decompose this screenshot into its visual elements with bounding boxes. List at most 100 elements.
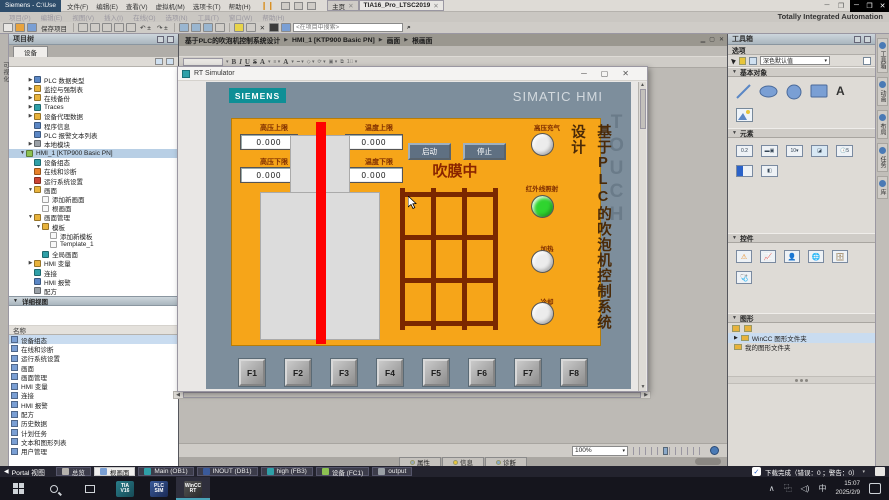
inspector-tab-信息[interactable]: 信息 — [442, 457, 484, 466]
editor-button[interactable]: 设备 (FC1) — [316, 467, 369, 476]
task-view-icon[interactable] — [72, 477, 108, 500]
split-editor-icon[interactable] — [269, 23, 279, 32]
close-icon[interactable]: ✕ — [348, 2, 353, 10]
tree-expand-icon[interactable]: ▼ — [27, 214, 34, 220]
underline-icon[interactable]: U — [245, 58, 250, 66]
tree-expand-icon[interactable]: ▼ — [27, 187, 34, 193]
tree-item[interactable]: ▶Traces — [9, 103, 178, 112]
details-item[interactable]: 设备组态 — [9, 335, 178, 344]
close-icon[interactable]: ✕ — [622, 69, 629, 78]
taskbar-tia-portal-icon[interactable]: TIAV16 — [108, 477, 142, 500]
tree-item[interactable]: ▼画面 — [9, 185, 178, 194]
side-tab-布局[interactable]: 布局 — [877, 110, 888, 139]
minimize-icon[interactable]: ─ — [850, 2, 863, 9]
tree-item[interactable]: ▶本地模块 — [9, 139, 178, 148]
font-name-select[interactable] — [183, 58, 223, 66]
compile-icon[interactable] — [179, 23, 189, 32]
pin-icon[interactable] — [157, 36, 164, 43]
breadcrumb-part[interactable]: 基于PLC的吹泡机控制系统设计 — [185, 35, 280, 45]
tree-expand-icon[interactable]: ▶ — [27, 113, 34, 119]
function-key-f7[interactable]: F7 — [515, 359, 541, 386]
breadcrumb-part[interactable]: 画面 — [387, 35, 401, 45]
datetime-icon[interactable]: 🕔5 — [836, 145, 853, 157]
vm-menu-item[interactable]: 编辑(E) — [92, 1, 122, 11]
tree-item[interactable]: Template_1 — [9, 240, 178, 249]
tree-settings-icon[interactable] — [166, 58, 174, 65]
tree-expand-icon[interactable]: ▶ — [27, 86, 34, 92]
zoom-level-select[interactable]: 100%▾ — [572, 446, 628, 456]
align-icon[interactable]: ≡ ▾ — [273, 59, 280, 65]
tree-item[interactable]: ▼画面管理 — [9, 213, 178, 222]
inspector-handle[interactable] — [695, 458, 721, 465]
save-project-icon[interactable] — [27, 23, 37, 32]
taskbar-search-icon[interactable] — [36, 477, 72, 500]
pin-icon[interactable] — [854, 36, 861, 43]
switch-icon[interactable]: ◧ — [761, 165, 778, 177]
tree-item[interactable]: 全局画面 — [9, 250, 178, 259]
download-status[interactable]: ✓ 下载完成（错误：0 ；警告：0） ▾ — [752, 467, 885, 477]
notification-center-icon[interactable] — [869, 483, 881, 494]
ime-indicator[interactable]: 中 — [818, 483, 826, 494]
download-icon[interactable] — [191, 23, 201, 32]
corner-style-icon[interactable]: ◇ ▾ — [307, 59, 315, 65]
style-select[interactable]: 深色默认值▾ — [760, 56, 830, 65]
tree-item[interactable]: ▼模板 — [9, 222, 178, 231]
zoom-slider-thumb[interactable] — [663, 447, 668, 455]
alarm-view-icon[interactable]: ⚠ — [736, 250, 752, 263]
vm-tab[interactable]: TIA16_Pro_LTSC2019✕ — [359, 0, 444, 11]
tree-item[interactable]: ▶HMI 变量 — [9, 259, 178, 268]
start-simulation-icon[interactable] — [215, 23, 225, 32]
group-icon[interactable]: ⧉ — [340, 59, 344, 65]
function-key-f3[interactable]: F3 — [331, 359, 357, 386]
details-item[interactable]: 连接 — [9, 391, 178, 400]
editor-button[interactable]: INOUT (DB1) — [197, 467, 258, 476]
tree-item[interactable]: 运行系统设置 — [9, 176, 178, 185]
details-item[interactable]: 历史数据 — [9, 419, 178, 428]
collapse-panel-icon[interactable] — [864, 36, 871, 43]
tia-menu-item[interactable]: 插入(I) — [99, 12, 128, 22]
stop-button[interactable]: 停止 — [463, 143, 506, 160]
text-tool-icon[interactable]: A — [836, 84, 845, 100]
tree-item[interactable]: 配方 — [9, 286, 178, 295]
function-key-f6[interactable]: F6 — [469, 359, 495, 386]
tia-menu-item[interactable]: 选项(N) — [161, 12, 193, 22]
pause-icon[interactable]: ❙❙ — [257, 1, 278, 10]
function-key-f1[interactable]: F1 — [239, 359, 265, 386]
system-diagnostics-icon[interactable]: 🩺 — [736, 271, 752, 284]
tree-expand-icon[interactable]: ▼ — [35, 224, 42, 230]
fill-color-icon[interactable]: A — [283, 58, 288, 66]
recipe-view-icon[interactable]: 🗄 — [832, 250, 848, 263]
vm-menu-item[interactable]: 查看(V) — [122, 1, 152, 11]
font-size-select[interactable]: ▾ — [226, 59, 229, 65]
printer-icon[interactable] — [281, 2, 290, 10]
editor-button[interactable]: high (FB3) — [261, 467, 313, 476]
tia-menu-item[interactable]: 在线(O) — [128, 12, 160, 22]
tree-filter-icon[interactable] — [155, 58, 163, 65]
function-key-f5[interactable]: F5 — [423, 359, 449, 386]
breadcrumb-part[interactable]: HMI_1 [KTP900 Basic PN] — [292, 37, 375, 44]
details-item[interactable]: HMI 报警 — [9, 400, 178, 409]
save-project-label[interactable]: 保存项目 — [39, 23, 69, 33]
side-tab-库[interactable]: 库 — [877, 176, 888, 199]
scroll-right-icon[interactable]: ▶ — [642, 392, 650, 398]
copy-icon[interactable] — [102, 23, 112, 32]
font-color-icon[interactable]: A — [260, 58, 265, 66]
tab-order-icon[interactable]: 1⃞ ▾ — [347, 59, 357, 65]
graphics-folder-item[interactable]: 我的图形文件夹 — [728, 343, 875, 353]
function-key-f2[interactable]: F2 — [285, 359, 311, 386]
breadcrumb-part[interactable]: 根画面 — [412, 35, 432, 45]
paste-icon[interactable] — [114, 23, 124, 32]
editor-button[interactable]: Main (OB1) — [138, 467, 193, 476]
rt-vertical-scrollbar[interactable]: ▲▼ — [638, 82, 646, 391]
graphics-splitter[interactable] — [728, 376, 875, 384]
graphics-folder-icon[interactable] — [732, 325, 740, 332]
close-icon[interactable]: ✕ — [719, 36, 724, 43]
cross-references-icon[interactable]: ✕ — [258, 24, 267, 32]
tia-menu-item[interactable]: 帮助(H) — [257, 12, 289, 22]
bold-icon[interactable]: B — [232, 58, 237, 66]
minimize-icon[interactable]: ▁ — [701, 36, 706, 43]
tree-item[interactable]: 根画面 — [9, 204, 178, 213]
maximize-icon[interactable]: ▢ — [709, 36, 715, 43]
network-icon[interactable]: ⿻ — [784, 483, 792, 494]
restore-icon[interactable]: ❐ — [834, 2, 848, 10]
